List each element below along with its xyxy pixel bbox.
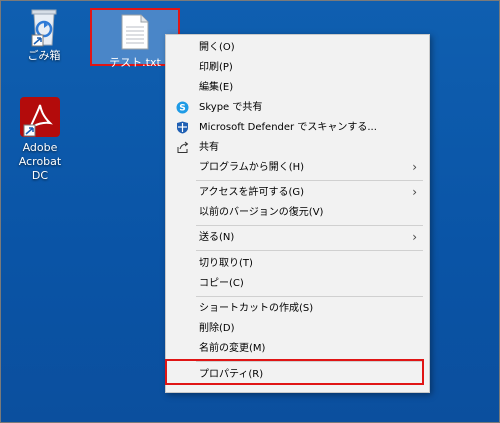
recycle-bin-shortcut[interactable]: ごみ箱 [7,5,81,63]
menu-separator [196,225,423,226]
share-icon [177,141,189,153]
menu-item-label: 印刷(P) [199,62,233,73]
defender-icon [177,121,188,134]
menu-item-label: ショートカットの作成(S) [199,303,314,314]
menu-item-defender-scan[interactable]: Microsoft Defender でスキャンする... [166,118,429,137]
menu-item-open[interactable]: 開く(O) [166,38,429,57]
menu-item-delete[interactable]: 削除(D) [166,319,429,338]
menu-item-label: Microsoft Defender でスキャンする... [199,122,377,133]
context-menu: 開く(O) 印刷(P) 編集(E) S Skype で共有 Microsoft … [165,34,430,393]
skype-icon: S [176,101,189,114]
menu-separator [196,296,423,297]
menu-item-label: 共有 [199,142,219,153]
chevron-right-icon: › [412,160,417,174]
acrobat-icon [20,97,60,137]
menu-item-skype-share[interactable]: S Skype で共有 [166,98,429,117]
chevron-right-icon: › [412,185,417,199]
menu-item-label: 編集(E) [199,82,234,93]
chevron-right-icon: › [412,230,417,244]
menu-separator [196,180,423,181]
menu-item-restore-previous[interactable]: 以前のバージョンの復元(V) [166,203,429,222]
menu-item-label: 送る(N) [199,232,235,243]
properties-highlight-frame [165,359,424,385]
acrobat-label-line1: Adobe Acrobat [18,141,62,168]
menu-item-share[interactable]: 共有 [166,138,429,157]
menu-item-label: アクセスを許可する(G) [199,187,305,198]
menu-item-label: 以前のバージョンの復元(V) [199,207,324,218]
menu-item-label: Skype で共有 [199,102,263,113]
menu-item-rename[interactable]: 名前の変更(M) [166,339,429,358]
menu-item-create-shortcut[interactable]: ショートカットの作成(S) [166,299,429,318]
desktop: ごみ箱 Adobe Acrobat DC テスト.txt 開く(O) 印刷(P)… [0,0,500,423]
menu-item-copy[interactable]: コピー(C) [166,274,429,293]
menu-item-edit[interactable]: 編集(E) [166,78,429,97]
acrobat-shortcut[interactable]: Adobe Acrobat DC [3,97,77,183]
menu-item-label: 削除(D) [199,323,235,334]
menu-item-open-with[interactable]: プログラムから開く(H) › [166,158,429,177]
text-file-icon [121,14,149,50]
menu-item-print[interactable]: 印刷(P) [166,58,429,77]
menu-item-label: プログラムから開く(H) [199,162,305,173]
menu-item-give-access[interactable]: アクセスを許可する(G) › [166,183,429,202]
menu-item-label: 開く(O) [199,42,235,53]
menu-item-send-to[interactable]: 送る(N) › [166,228,429,247]
menu-item-label: 名前の変更(M) [199,343,266,354]
menu-item-label: 切り取り(T) [199,258,253,269]
menu-separator [196,250,423,251]
menu-item-cut[interactable]: 切り取り(T) [166,254,429,273]
menu-item-label: コピー(C) [199,278,244,289]
acrobat-label-line2: DC [31,169,49,182]
svg-text:S: S [179,104,185,114]
recycle-bin-icon [31,9,57,47]
recycle-bin-label: ごみ箱 [27,49,61,62]
